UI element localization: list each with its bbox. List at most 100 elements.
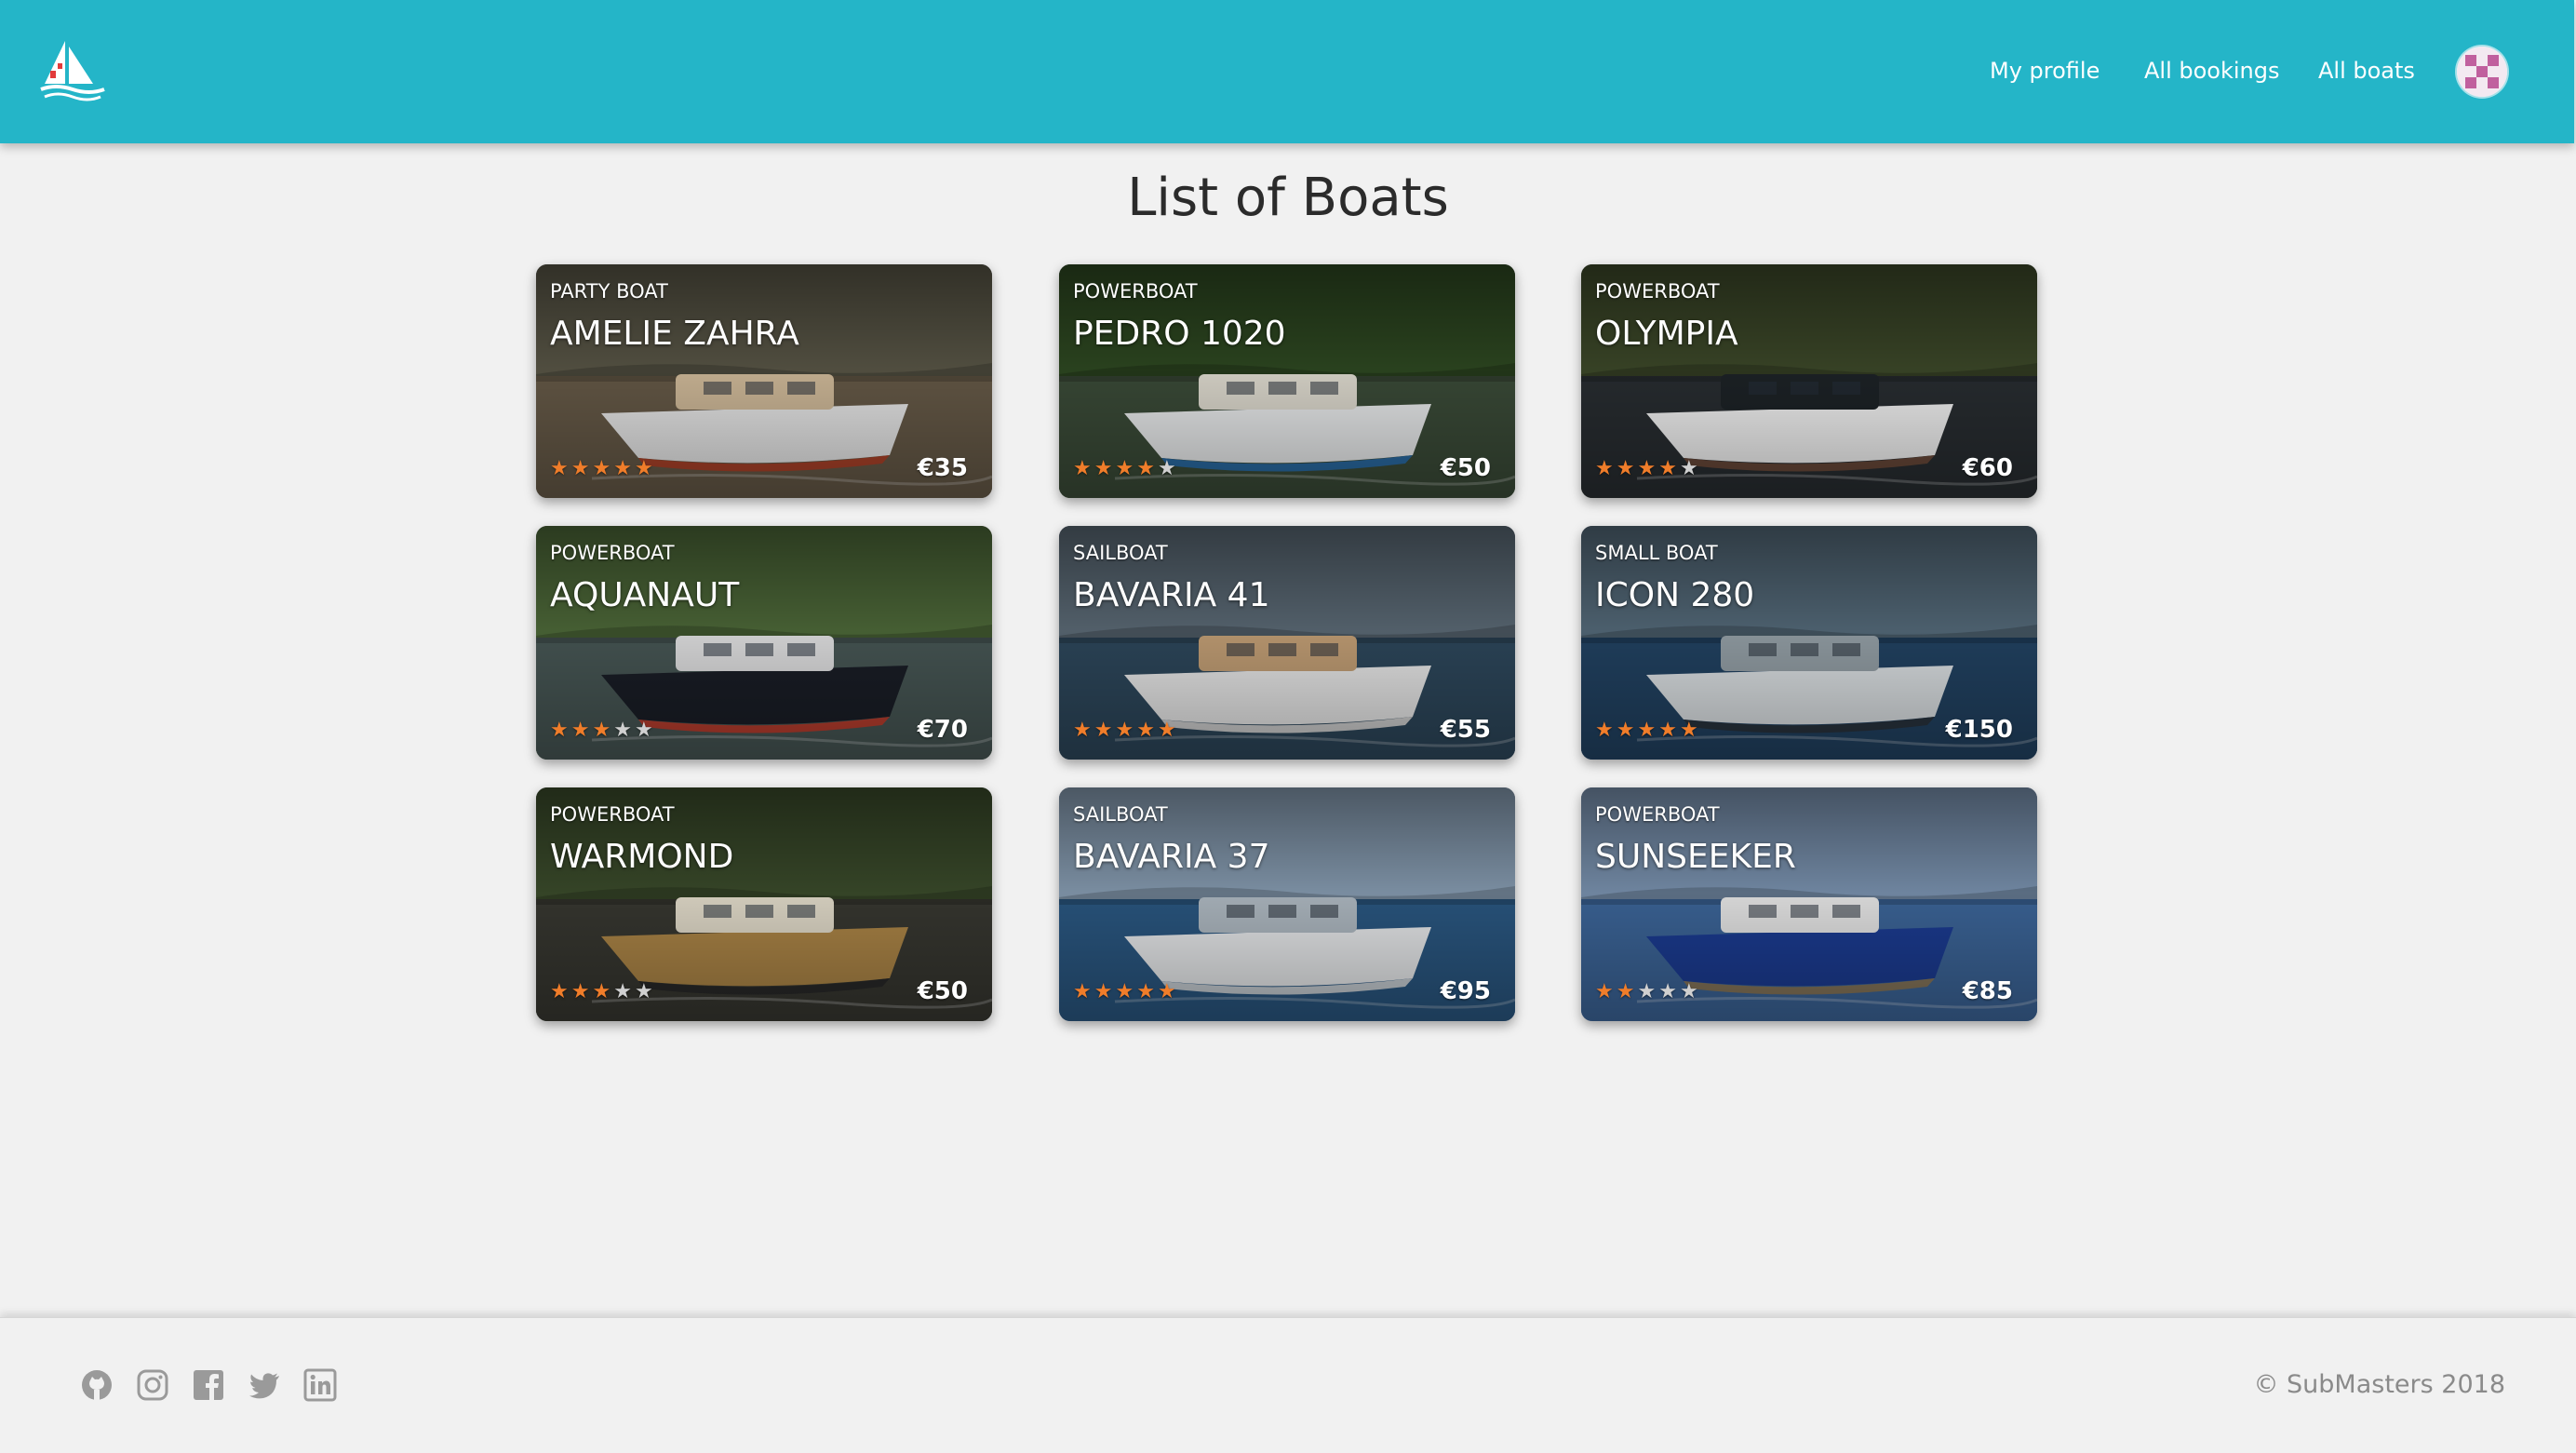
boat-name: BAVARIA 41 — [1073, 576, 1270, 614]
star-icon: ★ — [570, 457, 590, 480]
star-icon: ★ — [1136, 719, 1155, 742]
star-icon: ★ — [1073, 457, 1092, 480]
star-icon: ★ — [634, 980, 653, 1003]
star-icon: ★ — [570, 980, 590, 1003]
boat-name: SUNSEEKER — [1595, 838, 1796, 876]
star-icon: ★ — [1093, 719, 1113, 742]
boat-category: POWERBOAT — [1073, 280, 1198, 303]
star-icon: ★ — [1093, 457, 1113, 480]
boat-card[interactable]: POWERBOAT AQUANAUT ★ ★ ★ ★ ★ €70 — [536, 526, 992, 760]
boat-price: €70 — [917, 716, 968, 744]
star-icon: ★ — [1658, 980, 1677, 1003]
boat-category: POWERBOAT — [550, 803, 675, 826]
linkedin-icon[interactable] — [303, 1368, 337, 1402]
boat-card[interactable]: SMALL BOAT ICON 280 ★ ★ ★ ★ ★ €150 — [1581, 526, 2037, 760]
star-icon: ★ — [1637, 719, 1657, 742]
boat-category: SAILBOAT — [1073, 542, 1168, 564]
star-icon: ★ — [1157, 719, 1176, 742]
boat-name: PEDRO 1020 — [1073, 315, 1286, 353]
boat-card[interactable]: POWERBOAT OLYMPIA ★ ★ ★ ★ ★ €60 — [1581, 264, 2037, 498]
star-rating: ★ ★ ★ ★ ★ — [550, 720, 656, 742]
instagram-icon[interactable] — [136, 1368, 169, 1402]
copyright-text: © SubMasters 2018 — [2253, 1370, 2505, 1399]
star-icon: ★ — [592, 980, 611, 1003]
boat-category: POWERBOAT — [1595, 280, 1720, 303]
star-rating: ★ ★ ★ ★ ★ — [1073, 458, 1179, 480]
nav-all-bookings[interactable]: All bookings — [2144, 58, 2280, 84]
boat-category: POWERBOAT — [550, 542, 675, 564]
nav-my-profile[interactable]: My profile — [1990, 58, 2100, 84]
sailboat-logo-icon[interactable] — [37, 37, 108, 104]
footer: © SubMasters 2018 — [0, 1317, 2576, 1453]
star-icon: ★ — [1136, 980, 1155, 1003]
boat-name: OLYMPIA — [1595, 315, 1738, 353]
boat-category: PARTY BOAT — [550, 280, 668, 303]
star-icon: ★ — [550, 719, 569, 742]
twitter-icon[interactable] — [248, 1368, 281, 1402]
star-icon: ★ — [1595, 457, 1614, 480]
star-icon: ★ — [1637, 980, 1657, 1003]
boat-name: WARMOND — [550, 838, 734, 876]
boat-price: €35 — [917, 454, 968, 482]
github-icon[interactable] — [80, 1368, 114, 1402]
star-icon: ★ — [1679, 719, 1698, 742]
boat-price: €50 — [917, 977, 968, 1005]
star-icon: ★ — [1093, 980, 1113, 1003]
star-rating: ★ ★ ★ ★ ★ — [1073, 981, 1179, 1003]
star-icon: ★ — [1073, 719, 1092, 742]
boat-name: BAVARIA 37 — [1073, 838, 1270, 876]
boat-card[interactable]: POWERBOAT WARMOND ★ ★ ★ ★ ★ €50 — [536, 787, 992, 1021]
star-icon: ★ — [613, 719, 632, 742]
star-icon: ★ — [634, 457, 653, 480]
star-rating: ★ ★ ★ ★ ★ — [1595, 981, 1701, 1003]
star-icon: ★ — [613, 457, 632, 480]
boat-name: AMELIE ZAHRA — [550, 315, 799, 353]
star-icon: ★ — [1679, 457, 1698, 480]
star-rating: ★ ★ ★ ★ ★ — [1595, 720, 1701, 742]
star-icon: ★ — [1595, 980, 1614, 1003]
star-icon: ★ — [592, 457, 611, 480]
boat-card[interactable]: PARTY BOAT AMELIE ZAHRA ★ ★ ★ ★ ★ €35 — [536, 264, 992, 498]
star-icon: ★ — [1157, 980, 1176, 1003]
page-title: List of Boats — [1127, 168, 1449, 228]
nav-all-boats[interactable]: All boats — [2318, 58, 2415, 84]
star-icon: ★ — [1616, 457, 1635, 480]
star-rating: ★ ★ ★ ★ ★ — [550, 981, 656, 1003]
star-icon: ★ — [550, 457, 569, 480]
facebook-icon[interactable] — [192, 1368, 225, 1402]
user-avatar-icon[interactable] — [2457, 47, 2507, 97]
star-rating: ★ ★ ★ ★ ★ — [1595, 458, 1701, 480]
boat-category: POWERBOAT — [1595, 803, 1720, 826]
star-icon: ★ — [1073, 980, 1092, 1003]
boat-price: €55 — [1440, 716, 1491, 744]
star-icon: ★ — [1157, 457, 1176, 480]
star-icon: ★ — [1595, 719, 1614, 742]
star-icon: ★ — [1136, 457, 1155, 480]
star-icon: ★ — [1658, 457, 1677, 480]
boat-card[interactable]: POWERBOAT SUNSEEKER ★ ★ ★ ★ ★ €85 — [1581, 787, 2037, 1021]
star-icon: ★ — [592, 719, 611, 742]
top-navbar: My profile All bookings All boats — [0, 0, 2574, 143]
boat-price: €60 — [1962, 454, 2013, 482]
star-icon: ★ — [1115, 719, 1134, 742]
star-icon: ★ — [613, 980, 632, 1003]
boat-card[interactable]: SAILBOAT BAVARIA 41 ★ ★ ★ ★ ★ €55 — [1059, 526, 1515, 760]
star-icon: ★ — [1616, 980, 1635, 1003]
star-icon: ★ — [570, 719, 590, 742]
star-icon: ★ — [1115, 457, 1134, 480]
boat-price: €95 — [1440, 977, 1491, 1005]
star-icon: ★ — [550, 980, 569, 1003]
boat-card[interactable]: POWERBOAT PEDRO 1020 ★ ★ ★ ★ ★ €50 — [1059, 264, 1515, 498]
star-icon: ★ — [634, 719, 653, 742]
boat-card[interactable]: SAILBOAT BAVARIA 37 ★ ★ ★ ★ ★ €95 — [1059, 787, 1515, 1021]
star-rating: ★ ★ ★ ★ ★ — [1073, 720, 1179, 742]
star-icon: ★ — [1679, 980, 1698, 1003]
boat-category: SMALL BOAT — [1595, 542, 1718, 564]
boat-price: €85 — [1962, 977, 2013, 1005]
boat-category: SAILBOAT — [1073, 803, 1168, 826]
star-icon: ★ — [1616, 719, 1635, 742]
star-icon: ★ — [1115, 980, 1134, 1003]
star-rating: ★ ★ ★ ★ ★ — [550, 458, 656, 480]
boat-price: €50 — [1440, 454, 1491, 482]
star-icon: ★ — [1658, 719, 1677, 742]
